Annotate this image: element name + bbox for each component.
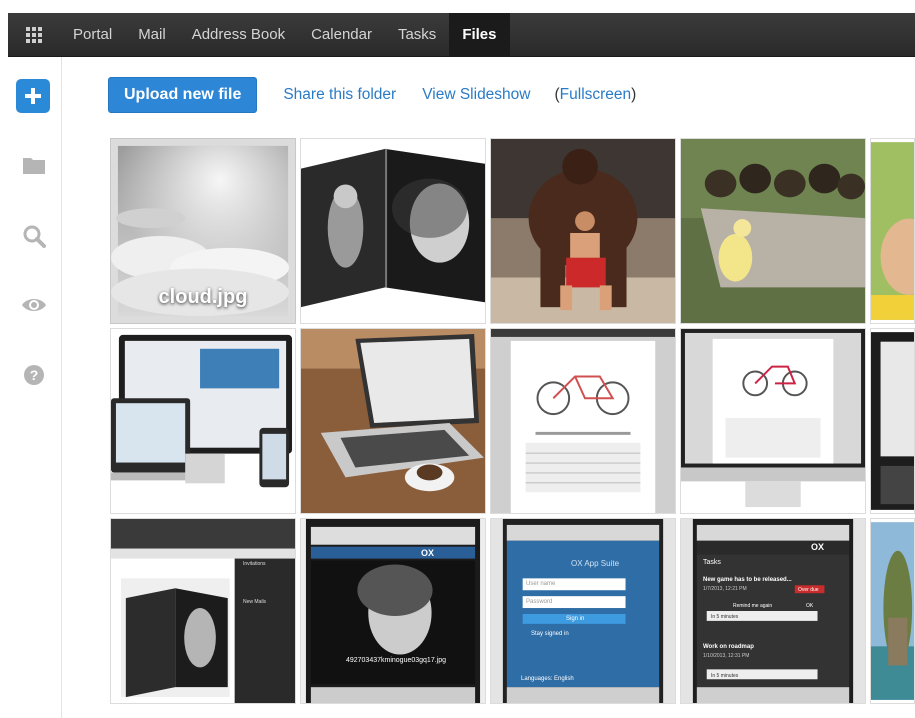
- overdue-badge: Over due: [798, 587, 819, 593]
- nav-calendar[interactable]: Calendar: [298, 13, 385, 56]
- photo-thumbnail: [681, 139, 865, 323]
- photo-thumbnail: [871, 522, 914, 700]
- nav-address-book[interactable]: Address Book: [179, 13, 298, 56]
- task-2-date: 1/10/2013, 12:31 PM: [703, 653, 750, 659]
- nav-portal[interactable]: Portal: [60, 13, 125, 56]
- photo-thumbnail: [681, 519, 865, 703]
- file-tile-sumo[interactable]: [490, 138, 676, 324]
- remind-label: Remind me again: [733, 603, 773, 609]
- sidebar: ?: [8, 57, 62, 718]
- password-placeholder: Password: [526, 599, 553, 605]
- help-icon[interactable]: ?: [16, 357, 51, 392]
- photo-thumbnail: [301, 329, 485, 513]
- file-tile-mail-screen[interactable]: Invitations New Mails: [110, 518, 296, 704]
- plus-icon[interactable]: [16, 79, 50, 113]
- app-launcher-bar: Portal Mail Address Book Calendar Tasks …: [8, 13, 915, 57]
- nav-mail[interactable]: Mail: [125, 13, 179, 56]
- file-tile-cloud[interactable]: cloud.jpg: [110, 138, 296, 324]
- ox-logo-text: OX: [421, 548, 435, 558]
- upload-new-file-button[interactable]: Upload new file: [108, 77, 258, 113]
- nav-tasks[interactable]: Tasks: [385, 13, 449, 56]
- task-2-title: Work on roadmap: [703, 644, 754, 650]
- photo-thumbnail: [491, 329, 675, 513]
- photo-thumbnail: [871, 332, 914, 510]
- file-tile-devices[interactable]: [110, 328, 296, 514]
- ok-label: OK: [806, 603, 814, 609]
- photo-thumbnail: [871, 142, 914, 320]
- ox-login-title: OX App Suite: [571, 559, 620, 568]
- eye-icon[interactable]: [16, 287, 51, 322]
- photo-thumbnail: [491, 139, 675, 323]
- invitations-label: Invitations: [243, 561, 266, 567]
- in-5-min-label: In 5 minutes: [711, 614, 739, 620]
- nav-files[interactable]: Files: [449, 13, 510, 56]
- top-bar: Portal Mail Address Book Calendar Tasks …: [0, 0, 915, 57]
- file-caption: cloud.jpg: [158, 286, 248, 308]
- photo-thumbnail: [301, 519, 485, 703]
- share-folder-link[interactable]: Share this folder: [283, 86, 396, 104]
- files-toolbar: Upload new file Share this folder View S…: [108, 77, 637, 113]
- file-tile-phone-kylie[interactable]: OX 492703437kminogue03gq17.jpg: [300, 518, 486, 704]
- task-1-date: 1/7/2013, 12:21 PM: [703, 586, 747, 592]
- file-tile-baby[interactable]: [870, 138, 915, 324]
- file-tile-island[interactable]: [870, 518, 915, 704]
- photo-thumbnail: [111, 519, 295, 703]
- languages-label: Languages: English: [521, 676, 574, 682]
- file-tile-ducklings[interactable]: [680, 138, 866, 324]
- search-icon[interactable]: [16, 218, 51, 253]
- ox-logo-text: OX: [811, 542, 825, 552]
- file-tile-bike-doc[interactable]: [490, 328, 676, 514]
- svg-text:?: ?: [29, 367, 38, 383]
- photo-thumbnail: [301, 139, 485, 323]
- username-placeholder: User name: [526, 581, 556, 587]
- file-tile-monitor[interactable]: [680, 328, 866, 514]
- file-tile-laptop[interactable]: [300, 328, 486, 514]
- photo-thumbnail: [681, 329, 865, 513]
- file-tile-tasks[interactable]: OX Tasks New game has to be released... …: [680, 518, 866, 704]
- signin-label: Sign in: [566, 616, 585, 622]
- photo-thumbnail: [111, 329, 295, 513]
- photo-thumbnail: [491, 519, 675, 703]
- file-tile-tablet[interactable]: [870, 328, 915, 514]
- file-tile-kylie-book[interactable]: [300, 138, 486, 324]
- app-grid-icon[interactable]: [8, 13, 60, 56]
- new-mails-label: New Mails: [243, 599, 267, 605]
- image-filename: 492703437kminogue03gq17.jpg: [345, 657, 447, 664]
- tasks-title: Tasks: [703, 559, 721, 566]
- task-1-title: New game has to be released...: [703, 577, 792, 583]
- folder-icon[interactable]: [16, 147, 51, 182]
- fullscreen-link[interactable]: (Fullscreen): [555, 86, 637, 104]
- file-tile-ox-login[interactable]: OX App Suite User name Password Sign in …: [490, 518, 676, 704]
- stay-signed-in-label: Stay signed in: [531, 631, 569, 637]
- in-5-min-label: In 5 minutes: [711, 673, 739, 679]
- view-slideshow-link[interactable]: View Slideshow: [422, 86, 530, 104]
